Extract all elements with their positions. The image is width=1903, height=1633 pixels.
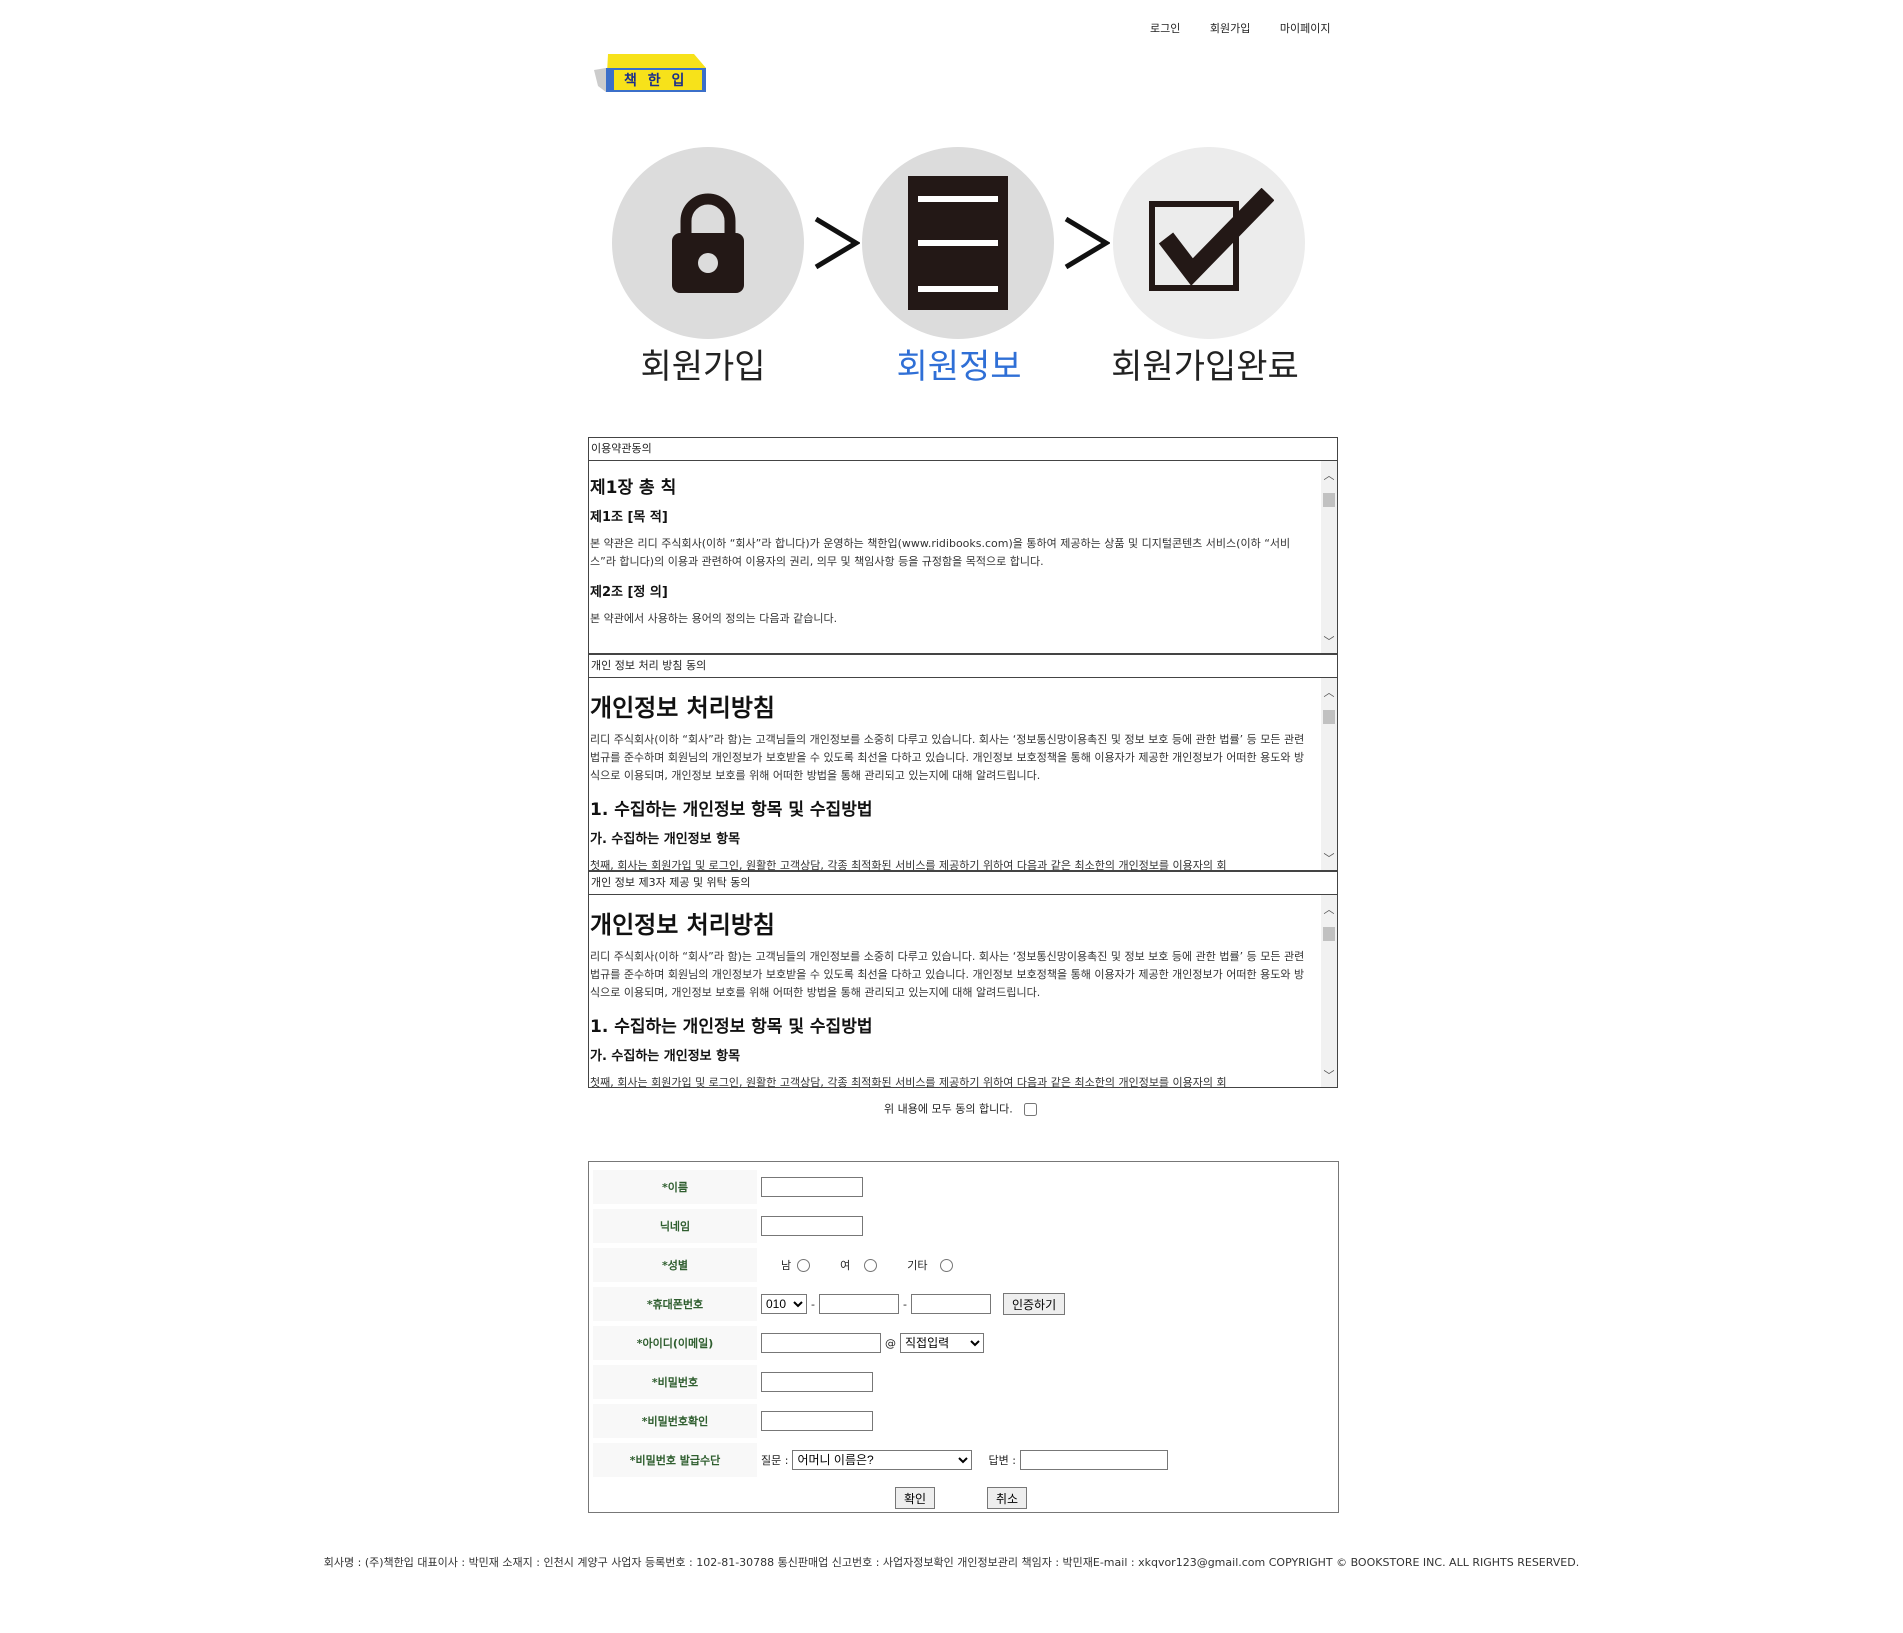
row-password-confirm: *비밀번호확인 bbox=[589, 1402, 1338, 1440]
site-logo[interactable]: 책 한 입 bbox=[594, 46, 706, 94]
privacy-section-title: 1. 수집하는 개인정보 항목 및 수집방법 bbox=[590, 800, 873, 820]
lock-icon bbox=[672, 193, 744, 293]
signup-steps: 회원가입 회원정보 회원가입완료 bbox=[0, 147, 1903, 392]
step-1-circle bbox=[612, 147, 804, 339]
privacy-title: 개인정보 처리방침 bbox=[590, 694, 775, 722]
step-1-label: 회원가입 bbox=[640, 347, 766, 387]
phone-last-input[interactable] bbox=[910, 1294, 991, 1314]
scroll-down-icon[interactable]: ﹀ bbox=[1321, 633, 1337, 649]
row-nickname: 닉네임 bbox=[589, 1207, 1338, 1245]
chevron-right-icon bbox=[814, 216, 860, 270]
terms-paragraph: 본 약관에서 사용하는 용어의 정의는 다음과 같습니다. bbox=[590, 612, 838, 625]
answer-label: 답변 : bbox=[988, 1454, 1016, 1467]
privacy-paragraph: 첫째, 회사는 회원가입 및 로그인, 원활한 고객상담, 각종 최적화된 서비… bbox=[590, 859, 1227, 871]
scroll-up-icon[interactable]: ︿ bbox=[1321, 467, 1337, 483]
step-3-label: 회원가입완료 bbox=[1111, 347, 1299, 387]
terms-section: 이용약관동의 제1장 총 칙 제1조 [목 적] 본 약관은 리디 주식회사(이… bbox=[588, 437, 1338, 1088]
password-confirm-input[interactable] bbox=[761, 1411, 873, 1431]
phone-middle-input[interactable] bbox=[818, 1294, 899, 1314]
privacy-subsection-title: 가. 수집하는 개인정보 항목 bbox=[590, 832, 741, 847]
login-link[interactable]: 로그인 bbox=[1150, 22, 1180, 35]
agree-checkbox[interactable] bbox=[1024, 1103, 1038, 1116]
email-label: *아이디(이메일) bbox=[593, 1326, 757, 1360]
terms-header: 이용약관동의 bbox=[588, 437, 1338, 460]
password-input[interactable] bbox=[761, 1372, 873, 1392]
step-2-label: 회원정보 bbox=[896, 347, 1022, 387]
gender-other-label: 기타 bbox=[907, 1259, 928, 1272]
name-input[interactable] bbox=[761, 1177, 863, 1197]
confirm-button[interactable]: 확인 bbox=[895, 1487, 936, 1509]
scroll-down-icon[interactable]: ﹀ bbox=[1321, 1067, 1337, 1083]
nickname-input[interactable] bbox=[761, 1216, 863, 1236]
privacy-header: 개인 정보 처리 방침 동의 bbox=[588, 654, 1338, 677]
terms-scrollbox[interactable]: 제1장 총 칙 제1조 [목 적] 본 약관은 리디 주식회사(이하 “회사”라… bbox=[588, 460, 1338, 654]
scroll-up-icon[interactable]: ︿ bbox=[1321, 684, 1337, 700]
row-name: *이름 bbox=[589, 1168, 1338, 1206]
gender-male-radio[interactable] bbox=[797, 1258, 811, 1272]
signup-link[interactable]: 회원가입 bbox=[1210, 22, 1250, 35]
footer-info: 회사명 : (주)책한입 대표이사 : 박민재 소재지 : 인천시 계양구 사업… bbox=[323, 1556, 1580, 1569]
agree-label: 위 내용에 모두 동의 합니다. bbox=[884, 1102, 1013, 1116]
chevron-right-icon bbox=[1064, 216, 1110, 270]
third-party-section-title: 1. 수집하는 개인정보 항목 및 수집방법 bbox=[590, 1017, 873, 1037]
top-nav: 로그인 회원가입 마이페이지 bbox=[1150, 20, 1330, 36]
gender-female-radio[interactable] bbox=[864, 1258, 878, 1272]
terms-paragraph: 본 약관은 리디 주식회사(이하 “회사”라 합니다)가 운영하는 책한입(ww… bbox=[590, 537, 1291, 568]
terms-article-1: 제1조 [목 적] bbox=[590, 510, 668, 525]
third-party-header: 개인 정보 제3자 제공 및 위탁 동의 bbox=[588, 871, 1338, 894]
scroll-down-icon[interactable]: ﹀ bbox=[1321, 850, 1337, 866]
gender-label: *성별 bbox=[593, 1248, 757, 1282]
third-party-scrollbox[interactable]: 개인정보 처리방침 리디 주식회사(이하 “회사”라 함)는 고객님들의 개인정… bbox=[588, 894, 1338, 1088]
privacy-scrollbox[interactable]: 개인정보 처리방침 리디 주식회사(이하 “회사”라 함)는 고객님들의 개인정… bbox=[588, 677, 1338, 871]
answer-input[interactable] bbox=[1019, 1450, 1168, 1470]
gender-female-label: 여 bbox=[840, 1259, 851, 1272]
third-party-paragraph: 첫째, 회사는 회원가입 및 로그인, 원활한 고객상담, 각종 최적화된 서비… bbox=[590, 1076, 1227, 1088]
row-phone: *휴대폰번호 010 - - 인증하기 bbox=[589, 1285, 1338, 1323]
email-id-input[interactable] bbox=[761, 1333, 881, 1353]
phone-separator: - bbox=[811, 1297, 815, 1311]
phone-label: *휴대폰번호 bbox=[593, 1287, 757, 1321]
gender-male-label: 남 bbox=[781, 1259, 792, 1272]
row-recovery: *비밀번호 발급수단 질문 : 어머니 이름은? 답변 : bbox=[589, 1441, 1338, 1479]
scroll-up-icon[interactable]: ︿ bbox=[1321, 901, 1337, 917]
mypage-link[interactable]: 마이페이지 bbox=[1280, 22, 1331, 35]
scrollbar[interactable]: ︿ ﹀ bbox=[1321, 895, 1337, 1087]
nickname-label: 닉네임 bbox=[593, 1209, 757, 1243]
scrollbar[interactable]: ︿ ﹀ bbox=[1321, 461, 1337, 653]
phone-separator: - bbox=[902, 1297, 907, 1311]
checkbox-icon bbox=[1149, 188, 1274, 291]
third-party-paragraph: 리디 주식회사(이하 “회사”라 함)는 고객님들의 개인정보를 소중히 다루고… bbox=[590, 950, 1305, 999]
step-3-circle bbox=[1113, 147, 1305, 339]
phone-prefix-select[interactable]: 010 bbox=[761, 1294, 807, 1314]
question-label: 질문 : bbox=[761, 1454, 789, 1467]
third-party-title: 개인정보 처리방침 bbox=[590, 911, 775, 939]
document-icon bbox=[908, 176, 1008, 310]
password-label: *비밀번호 bbox=[593, 1365, 757, 1399]
terms-article-2: 제2조 [정 의] bbox=[590, 585, 668, 600]
at-sign: @ bbox=[885, 1336, 896, 1350]
privacy-paragraph: 리디 주식회사(이하 “회사”라 함)는 고객님들의 개인정보를 소중히 다루고… bbox=[590, 733, 1305, 782]
row-gender: *성별 남 여 기타 bbox=[589, 1246, 1338, 1284]
logo-text: 책 한 입 bbox=[624, 73, 688, 89]
step-2-circle bbox=[862, 147, 1054, 339]
row-password: *비밀번호 bbox=[589, 1363, 1338, 1401]
third-party-subsection-title: 가. 수집하는 개인정보 항목 bbox=[590, 1049, 741, 1064]
email-domain-select[interactable]: 직접입력 bbox=[900, 1333, 984, 1353]
question-select[interactable]: 어머니 이름은? bbox=[792, 1450, 973, 1470]
terms-chapter-title: 제1장 총 칙 bbox=[590, 478, 677, 498]
row-email: *아이디(이메일) @ 직접입력 bbox=[589, 1324, 1338, 1362]
member-info-form: *이름 닉네임 *성별 남 여 기타 *휴대폰번호 010 - - 인증하기 *… bbox=[588, 1161, 1339, 1513]
verify-button[interactable]: 인증하기 bbox=[1002, 1293, 1066, 1315]
scrollbar[interactable]: ︿ ﹀ bbox=[1321, 678, 1337, 870]
name-label: *이름 bbox=[593, 1170, 757, 1204]
gender-other-radio[interactable] bbox=[939, 1258, 953, 1272]
password-confirm-label: *비밀번호확인 bbox=[593, 1404, 757, 1438]
agree-all: 위 내용에 모두 동의 합니다. bbox=[884, 1100, 1040, 1119]
recovery-label: *비밀번호 발급수단 bbox=[593, 1443, 757, 1477]
cancel-button[interactable]: 취소 bbox=[987, 1487, 1028, 1509]
